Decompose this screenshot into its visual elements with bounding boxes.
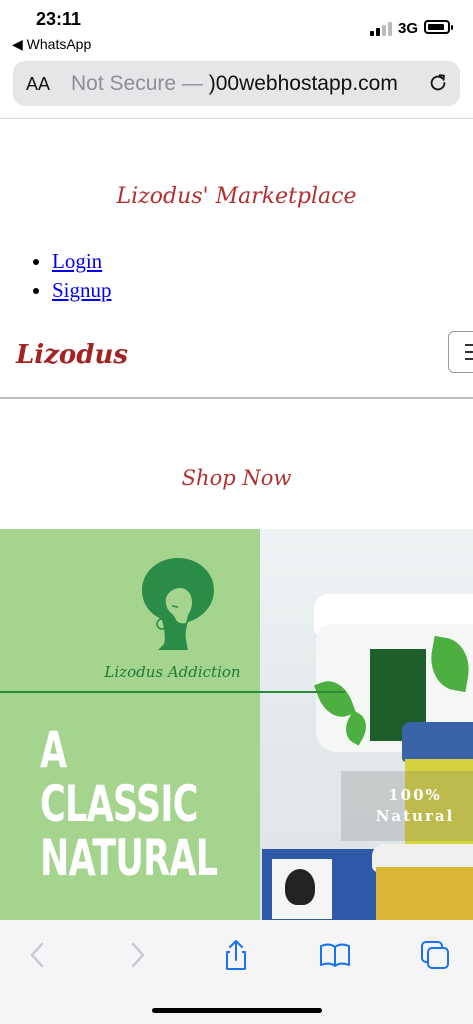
- nav-item-login: Login: [52, 248, 112, 275]
- security-warning: Not Secure —: [71, 72, 209, 95]
- caption-line: Natural: [375, 807, 455, 825]
- product-jar: [376, 867, 473, 920]
- text-size-label: AA: [26, 74, 51, 94]
- book-icon[interactable]: [318, 938, 352, 972]
- shop-now-heading: Shop Now: [181, 466, 292, 490]
- banner-tagline: A CLASSIC NATURAL: [40, 721, 218, 887]
- tagline-line: NATURAL: [40, 829, 218, 887]
- chevron-left-icon[interactable]: [20, 938, 54, 972]
- hero-banner[interactable]: 100% Natural Lizodus Addiction A CLASSIC…: [0, 529, 473, 920]
- browser-divider: [0, 118, 473, 119]
- text-size-button[interactable]: AA: [26, 74, 50, 95]
- battery-icon: [424, 20, 453, 34]
- chevron-right-icon[interactable]: [121, 938, 155, 972]
- product-box-avatar: [285, 869, 315, 905]
- back-to-app-link[interactable]: ◀ WhatsApp: [12, 36, 91, 53]
- share-icon[interactable]: [219, 938, 253, 972]
- menu-toggle-button[interactable]: [448, 331, 473, 373]
- site-title: Lizodus' Marketplace: [116, 184, 357, 209]
- woman-silhouette-icon: [142, 558, 214, 650]
- url-domain: )00webhostapp.com: [208, 72, 398, 95]
- reload-icon[interactable]: [427, 72, 449, 94]
- signal-icon: [370, 22, 392, 36]
- natural-caption: 100% Natural: [345, 785, 473, 827]
- url-text[interactable]: Not Secure — )00webhostapp.com: [71, 72, 398, 96]
- nav-item-signup: Signup: [52, 277, 112, 304]
- tagline-line: A: [40, 721, 67, 779]
- status-time: 23:11: [36, 9, 82, 29]
- banner-brand: Lizodus Addiction: [104, 663, 241, 681]
- tagline-line: CLASSIC: [40, 775, 198, 833]
- account-nav: Login Signup: [28, 248, 112, 306]
- network-type: 3G: [398, 20, 419, 37]
- brand-logo[interactable]: Lizodus: [16, 340, 128, 370]
- status-bar: 23:11 ◀ WhatsApp 3G: [0, 0, 473, 56]
- address-bar[interactable]: AA Not Secure — )00webhostapp.com: [13, 61, 460, 106]
- login-link[interactable]: Login: [52, 249, 102, 273]
- home-indicator[interactable]: [152, 1008, 322, 1013]
- product-jar-lid: [402, 722, 473, 762]
- banner-divider: [0, 691, 345, 693]
- header-divider: [0, 397, 473, 399]
- tabs-icon[interactable]: [418, 938, 452, 972]
- signup-link[interactable]: Signup: [52, 278, 112, 302]
- caption-line: 100%: [388, 786, 442, 804]
